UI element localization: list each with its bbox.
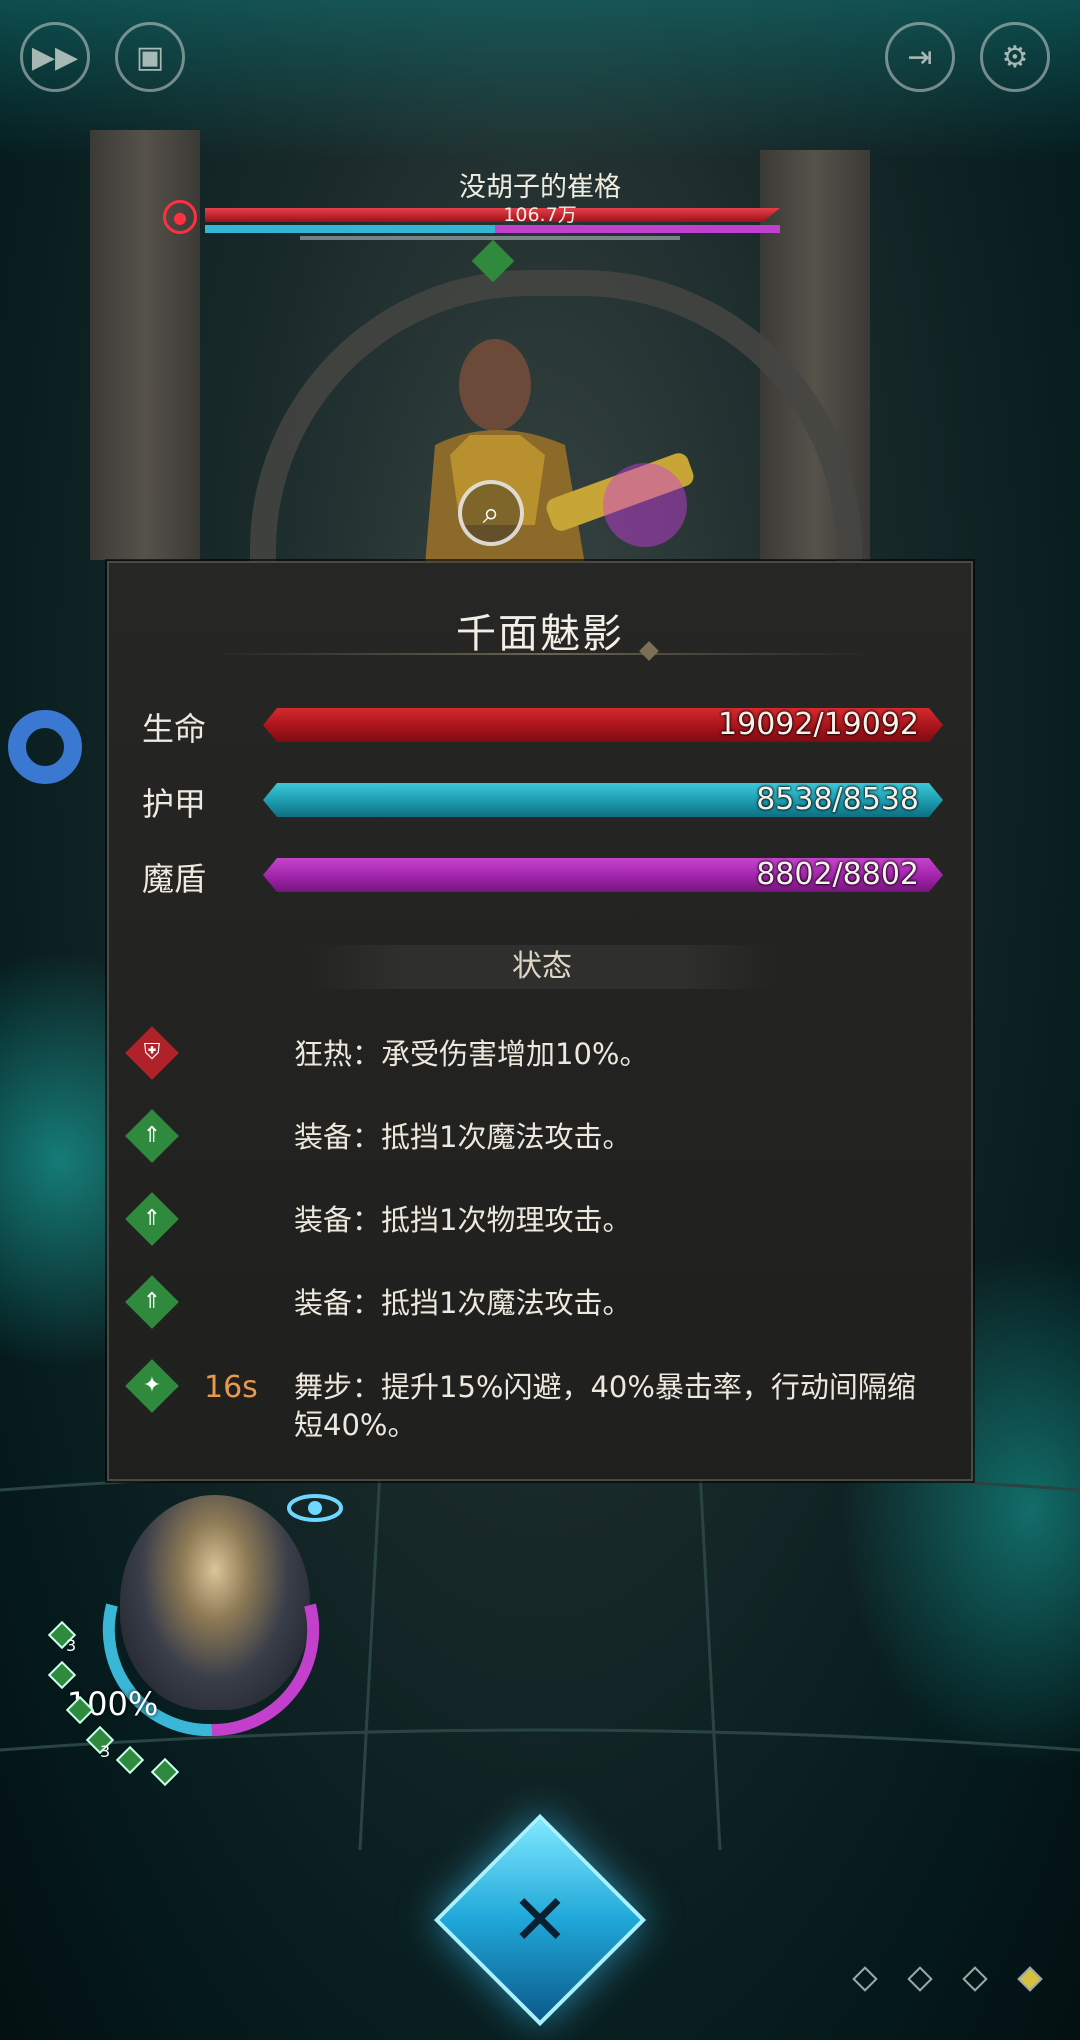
fast-forward-button[interactable]: ▶▶ [20,22,90,92]
enemy-character[interactable] [395,315,715,565]
enemy-magic-aura [603,463,687,547]
side-toggle-button[interactable] [8,710,82,784]
boss-action-bar [300,236,680,240]
status-text: 装备：抵挡1次物理攻击。 [294,1203,632,1237]
armor-bar: 8538/8538 [263,783,943,817]
up-arrow-icon: ⇑ [124,1191,180,1247]
up-arrow-icon: ⇑ [124,1108,180,1164]
boss-name: 没胡子的崔格 [459,172,621,203]
stat-label-armor: 护甲 [142,785,207,823]
settings-button[interactable]: ⚙ [980,22,1050,92]
up-arrow-icon: ⇑ [124,1274,180,1330]
enemy-info-panel: 千面魅影 生命 19092/19092 护甲 8538/8538 魔盾 8802… [107,561,973,1481]
eye-icon[interactable] [285,1490,345,1526]
buff-count: 3 [100,1742,111,1761]
fast-forward-icon: ▶▶ [31,39,79,75]
status-text: 装备：抵挡1次魔法攻击。 [294,1120,632,1154]
magnify-icon[interactable]: ⌕ [458,480,524,546]
auto-battle-button[interactable]: ▣ [115,22,185,92]
magic-shield-value: 8802/8802 [756,857,919,892]
status-text: 狂热：承受伤害增加10%。 [294,1037,649,1071]
status-text: 舞步：提升15%闪避，40%暴击率，行动间隔缩短40%。 [294,1370,916,1442]
stat-label-hp: 生命 [142,710,207,748]
status-time: 16s [204,1370,258,1405]
enemy-head [459,339,531,431]
gear-icon: ⚙ [1001,39,1029,75]
panel-title: 千面魅影 [456,611,624,657]
status-text: 装备：抵挡1次魔法攻击。 [294,1286,632,1320]
exit-icon: ⇥ [907,39,933,75]
buff-count: 3 [66,1636,77,1655]
hp-bar: 19092/19092 [263,708,943,742]
crossed-swords-icon: ✕ [510,1879,570,1961]
stat-label-magic-shield: 魔盾 [142,860,207,898]
status-header: 状态 [309,945,775,989]
shield-icon: ⛨ [124,1025,180,1081]
hero-percent: 100% [66,1685,159,1723]
dance-icon: ✦ [124,1358,180,1414]
exit-button[interactable]: ⇥ [885,22,955,92]
armor-value: 8538/8538 [756,782,919,817]
magic-shield-bar: 8802/8802 [263,858,943,892]
auto-battle-icon: ▣ [135,39,165,75]
boss-hp-text: 106.7万 [503,204,577,226]
boss-shield-bar [205,225,780,233]
hp-value: 19092/19092 [718,707,919,742]
title-divider [209,641,875,661]
